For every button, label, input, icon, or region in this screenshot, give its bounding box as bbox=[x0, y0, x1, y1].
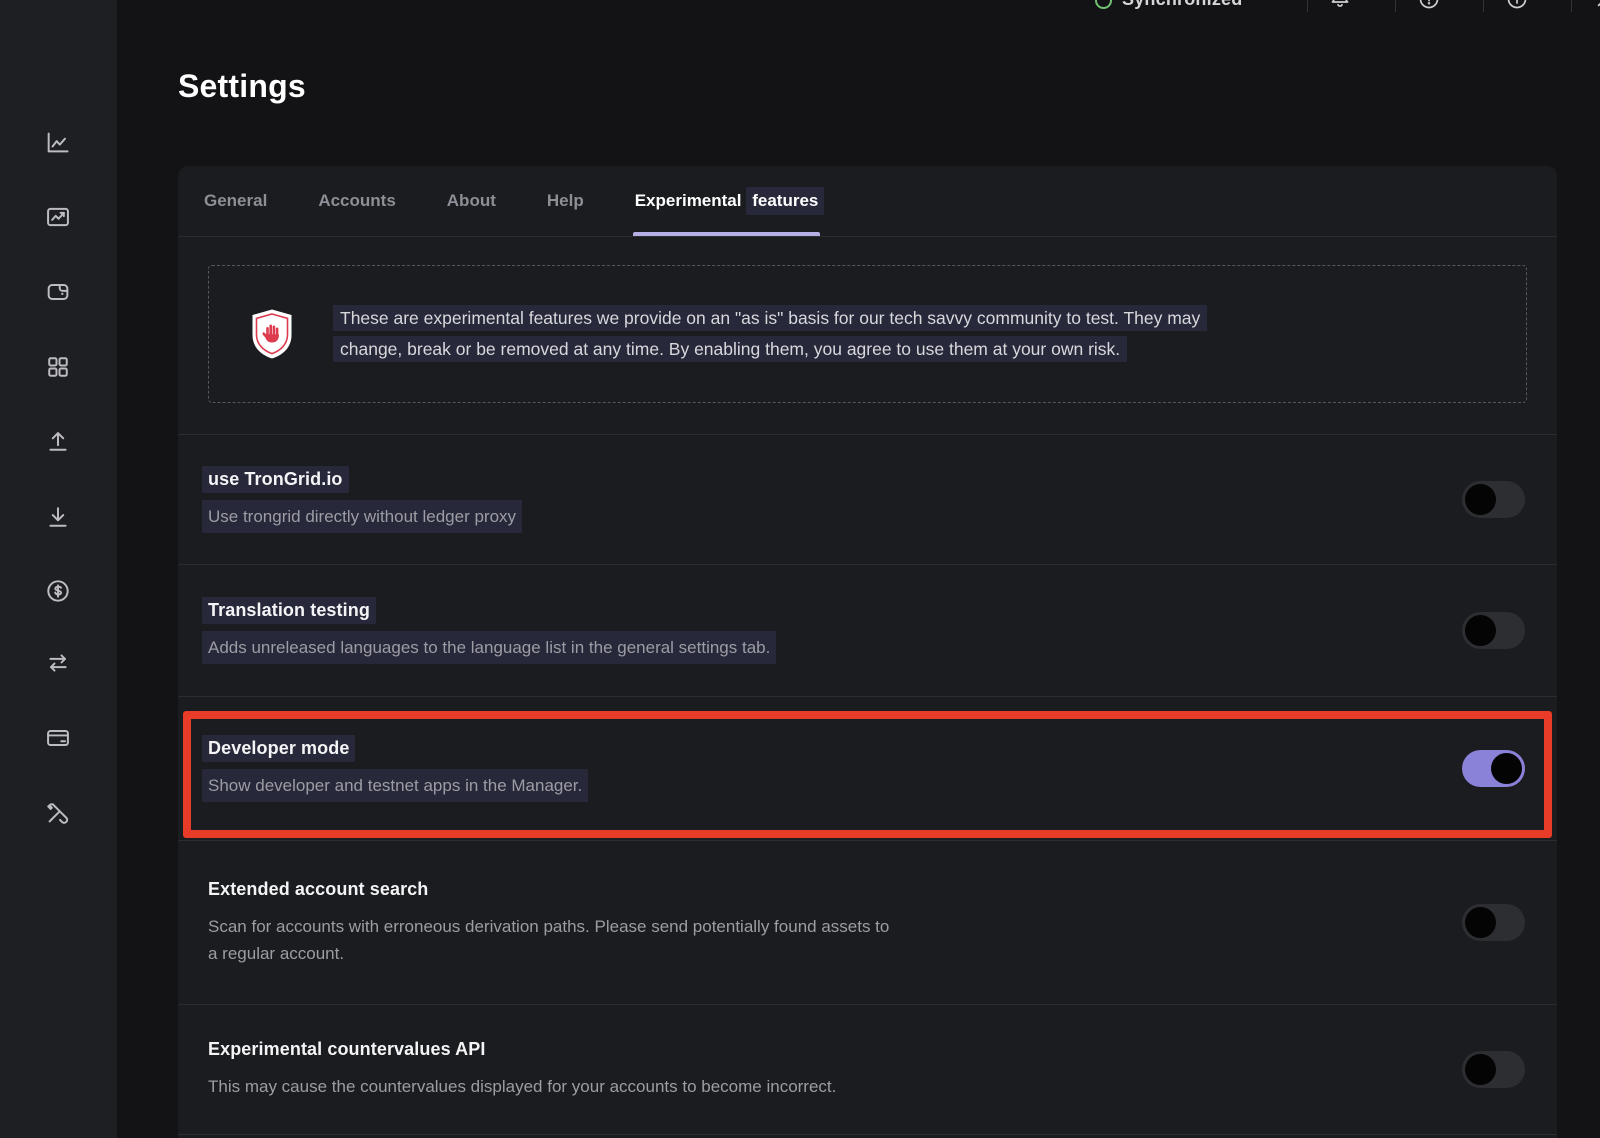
toggle-knob bbox=[1465, 907, 1496, 938]
sync-check-icon bbox=[1095, 0, 1112, 9]
receive-arrow-down-icon[interactable] bbox=[43, 502, 73, 532]
setting-description: This may cause the countervalues display… bbox=[208, 1073, 836, 1100]
setting-description: Adds unreleased languages to the languag… bbox=[202, 631, 776, 664]
setting-description: Use trongrid directly without ledger pro… bbox=[202, 500, 522, 533]
warning-line-1: These are experimental features we provi… bbox=[333, 305, 1207, 331]
swap-icon[interactable] bbox=[43, 648, 73, 678]
warning-line-2: change, break or be removed at any time.… bbox=[333, 336, 1127, 362]
sync-label: Synchronized bbox=[1122, 0, 1242, 10]
toggle-knob bbox=[1491, 753, 1522, 784]
tab-experimental-features[interactable]: Experimental features bbox=[635, 166, 819, 236]
setting-row-developer-mode: Developer mode Show developer and testne… bbox=[178, 697, 1557, 841]
setting-description: Show developer and testnet apps in the M… bbox=[202, 769, 588, 802]
setting-title: Translation testing bbox=[202, 597, 376, 624]
setting-row-translation-testing: Translation testing Adds unreleased lang… bbox=[178, 565, 1557, 697]
card-icon[interactable] bbox=[43, 723, 73, 753]
manager-tools-icon[interactable] bbox=[43, 798, 73, 828]
tab-about[interactable]: About bbox=[447, 166, 496, 236]
translation-testing-toggle[interactable] bbox=[1462, 612, 1525, 649]
gear-icon[interactable] bbox=[1593, 0, 1600, 11]
tab-general[interactable]: General bbox=[204, 166, 267, 236]
bell-icon[interactable] bbox=[1328, 0, 1352, 11]
apps-grid-icon[interactable] bbox=[43, 352, 73, 382]
setting-title: Experimental countervalues API bbox=[208, 1039, 485, 1060]
setting-row-use-trongrid: use TronGrid.io Use trongrid directly wi… bbox=[178, 435, 1557, 565]
buy-sell-dollar-icon[interactable] bbox=[43, 576, 73, 606]
tab-help[interactable]: Help bbox=[547, 166, 584, 236]
send-arrow-up-icon[interactable] bbox=[43, 426, 73, 456]
use-trongrid-toggle[interactable] bbox=[1462, 481, 1525, 518]
warning-text: These are experimental features we provi… bbox=[333, 303, 1207, 365]
topbar-divider bbox=[1307, 0, 1308, 12]
info-icon[interactable] bbox=[1505, 0, 1529, 11]
extended-account-search-toggle[interactable] bbox=[1462, 904, 1525, 941]
topbar: Synchronized bbox=[117, 0, 1600, 14]
toggle-knob bbox=[1465, 615, 1496, 646]
warning-section: These are experimental features we provi… bbox=[178, 237, 1557, 435]
tab-label-highlighted: features bbox=[746, 187, 824, 215]
topbar-divider bbox=[1571, 0, 1572, 12]
setting-title: Extended account search bbox=[208, 879, 428, 900]
toggle-knob bbox=[1465, 1054, 1496, 1085]
developer-mode-toggle[interactable] bbox=[1462, 750, 1525, 787]
settings-tabs: General Accounts About Help Experimental… bbox=[178, 166, 1557, 237]
page-title: Settings bbox=[178, 68, 306, 105]
portfolio-chart-icon[interactable] bbox=[43, 128, 73, 158]
setting-title: use TronGrid.io bbox=[202, 466, 349, 493]
settings-card: General Accounts About Help Experimental… bbox=[178, 166, 1557, 1138]
tab-label-plain: Experimental bbox=[635, 191, 747, 211]
countervalues-api-toggle[interactable] bbox=[1462, 1051, 1525, 1088]
experimental-warning-banner: These are experimental features we provi… bbox=[208, 265, 1527, 403]
wallet-icon[interactable] bbox=[43, 277, 73, 307]
active-tab-underline bbox=[633, 232, 821, 236]
help-icon[interactable] bbox=[1417, 0, 1441, 11]
sidebar bbox=[0, 0, 117, 1138]
setting-row-extended-account-search: Extended account search Scan for account… bbox=[178, 841, 1557, 1005]
setting-description: Scan for accounts with erroneous derivat… bbox=[208, 913, 889, 967]
topbar-divider bbox=[1483, 0, 1484, 12]
topbar-divider bbox=[1395, 0, 1396, 12]
toggle-knob bbox=[1465, 484, 1496, 515]
setting-title: Developer mode bbox=[202, 735, 355, 762]
market-icon[interactable] bbox=[43, 202, 73, 232]
tab-accounts[interactable]: Accounts bbox=[318, 166, 395, 236]
shield-hand-icon bbox=[249, 308, 295, 360]
setting-row-countervalues-api: Experimental countervalues API This may … bbox=[178, 1005, 1557, 1135]
sync-status[interactable]: Synchronized bbox=[1095, 0, 1242, 10]
